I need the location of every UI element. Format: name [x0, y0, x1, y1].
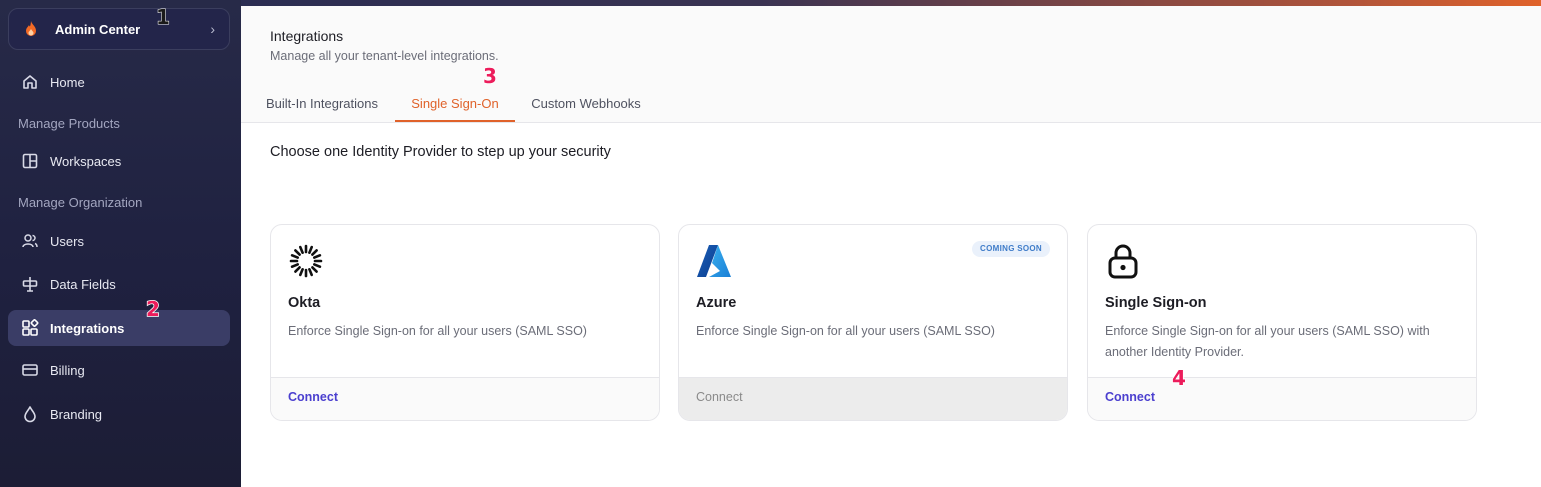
- sidebar-item-home[interactable]: Home: [8, 64, 230, 100]
- flame-icon: [23, 20, 39, 38]
- annotation-marker-2: 2: [145, 296, 160, 322]
- billing-icon: [21, 361, 39, 379]
- chevron-right-icon: ›: [210, 21, 215, 37]
- users-icon: [21, 232, 39, 250]
- card-footer: Connect: [679, 377, 1067, 420]
- sidebar-item-label: Home: [50, 74, 85, 90]
- annotation-marker-4: 4: [1171, 365, 1186, 391]
- data-fields-icon: [21, 275, 39, 293]
- sidebar-item-integrations[interactable]: Integrations: [8, 310, 230, 346]
- connect-button[interactable]: Connect: [696, 390, 743, 404]
- sidebar-item-branding[interactable]: Branding: [8, 396, 230, 432]
- tab-custom-webhooks[interactable]: Custom Webhooks: [527, 86, 645, 122]
- sidebar-item-users[interactable]: Users: [8, 223, 230, 259]
- card-description: Enforce Single Sign-on for all your user…: [696, 324, 995, 338]
- sidebar-item-billing[interactable]: Billing: [8, 352, 230, 388]
- org-switcher[interactable]: Admin Center ›: [8, 8, 230, 50]
- annotation-marker-3: 3: [482, 63, 497, 89]
- card-title: Okta: [288, 295, 321, 311]
- tab-bar: Built-In Integrations Single Sign-On Cus…: [241, 86, 1541, 123]
- tab-single-sign-on[interactable]: Single Sign-On: [395, 86, 515, 122]
- home-icon: [21, 73, 39, 91]
- page-subtitle: Manage all your tenant-level integration…: [270, 49, 499, 63]
- connect-button[interactable]: Connect: [1105, 390, 1155, 404]
- tab-built-in-integrations[interactable]: Built-In Integrations: [261, 86, 383, 122]
- sidebar-item-workspaces[interactable]: Workspaces: [8, 143, 230, 179]
- workspaces-icon: [21, 152, 39, 170]
- card-single-sign-on: Single Sign-on Enforce Single Sign-on fo…: [1087, 224, 1477, 421]
- sidebar-item-label: Branding: [50, 406, 103, 422]
- coming-soon-badge: COMING SOON: [972, 241, 1050, 257]
- card-footer: Connect: [271, 377, 659, 420]
- sidebar-item-label: Billing: [50, 362, 85, 378]
- lock-icon: [1105, 243, 1141, 279]
- sidebar-item-label: Integrations: [50, 320, 125, 336]
- card-okta: Okta Enforce Single Sign-on for all your…: [270, 224, 660, 421]
- card-title: Azure: [696, 295, 737, 311]
- card-footer: Connect: [1088, 377, 1476, 420]
- section-label-manage-organization: Manage Organization: [18, 195, 143, 210]
- card-description: Enforce Single Sign-on for all your user…: [1105, 324, 1430, 359]
- card-title: Single Sign-on: [1105, 295, 1207, 311]
- branding-icon: [21, 405, 39, 423]
- sidebar-item-label: Users: [50, 233, 84, 249]
- connect-button[interactable]: Connect: [288, 390, 338, 404]
- okta-logo-icon: [288, 243, 324, 279]
- card-azure: COMING SOON Azure Enforce Single Sign-on…: [678, 224, 1068, 421]
- integrations-icon: [21, 319, 39, 337]
- sidebar-item-label: Workspaces: [50, 153, 122, 169]
- section-heading: Choose one Identity Provider to step up …: [270, 144, 611, 160]
- annotation-marker-1: 1: [156, 5, 171, 30]
- azure-logo-icon: [696, 243, 732, 279]
- org-title: Admin Center: [55, 21, 141, 37]
- page-title: Integrations: [270, 28, 344, 44]
- sidebar-item-label: Data Fields: [50, 276, 116, 292]
- sidebar-item-data-fields[interactable]: Data Fields: [8, 266, 230, 302]
- section-label-manage-products: Manage Products: [18, 116, 120, 131]
- card-description: Enforce Single Sign-on for all your user…: [288, 324, 587, 338]
- sidebar: Admin Center › Home Manage Products Work…: [0, 0, 241, 487]
